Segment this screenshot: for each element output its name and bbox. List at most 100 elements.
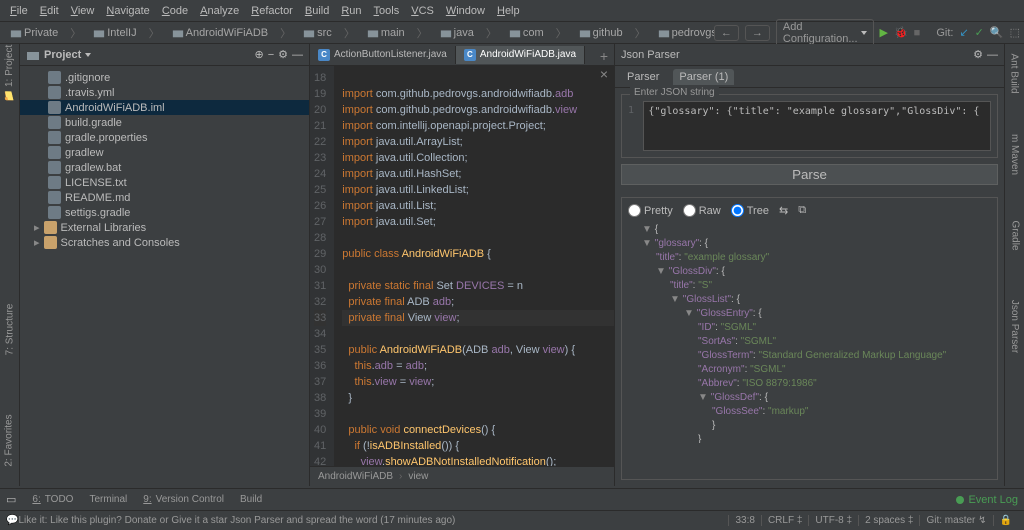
line-numbers: 1819202122232425262728293031323334353637…	[310, 66, 334, 466]
bottom-build[interactable]: Build	[240, 494, 262, 505]
notification-icon[interactable]: 💬	[6, 515, 18, 526]
json-parser-panel: Json Parser ⚙ — ParserParser (1) Enter J…	[614, 44, 1004, 486]
structure-tool-tab[interactable]: 7: Structure	[4, 304, 15, 356]
event-log-tab[interactable]: Event Log	[956, 494, 1018, 506]
code-editor[interactable]: import com.github.pedrovgs.androidwifiad…	[334, 66, 614, 466]
git-branch[interactable]: Git: master ↯	[919, 515, 992, 526]
file-gradle-properties[interactable]: gradle.properties	[20, 130, 309, 145]
menu-window[interactable]: Window	[440, 5, 491, 17]
left-tool-strip: 📁 1: Project 7: Structure 2: Favorites	[0, 44, 20, 486]
menu-build[interactable]: Build	[299, 5, 335, 17]
menu-run[interactable]: Run	[335, 5, 367, 17]
file-gradlew[interactable]: gradlew	[20, 145, 309, 160]
tree-scratches-and-consoles[interactable]: ▸ Scratches and Consoles	[20, 235, 309, 250]
viewmode-tree[interactable]: Tree	[731, 204, 769, 217]
project-view-dropdown[interactable]	[85, 53, 91, 57]
file-settigs-gradle[interactable]: settigs.gradle	[20, 205, 309, 220]
viewmode-raw[interactable]: Raw	[683, 204, 721, 217]
project-panel: Project ⊕ − ⚙ — .gitignore.travis.ymlAnd…	[20, 44, 310, 486]
json-tab-1[interactable]: Parser (1)	[673, 69, 734, 85]
maven-tool-tab[interactable]: m Maven	[1009, 134, 1020, 175]
forward-button[interactable]: →	[745, 25, 770, 41]
bottom-version-control[interactable]: 9: Version Control	[143, 494, 224, 505]
editor-add-icon[interactable]: +	[596, 48, 612, 64]
bottom-todo[interactable]: 6: TODO	[32, 494, 73, 505]
gear-icon[interactable]: ⚙	[278, 48, 288, 61]
status-message: Like it: Like this plugin? Donate or Giv…	[18, 515, 728, 526]
breadcrumb-item[interactable]: src	[297, 27, 338, 39]
menu-view[interactable]: View	[65, 5, 101, 17]
breadcrumb-item[interactable]: github	[573, 27, 629, 39]
editor-breadcrumbs: AndroidWiFiADB › view	[310, 466, 614, 486]
file-build-gradle[interactable]: build.gradle	[20, 115, 309, 130]
debug-icon[interactable]: 🐞	[894, 26, 908, 39]
bottom-terminal[interactable]: Terminal	[89, 494, 127, 505]
line-ending[interactable]: CRLF ‡	[761, 515, 808, 526]
tab-AndroidWiFiADB-java[interactable]: CAndroidWiFiADB.java	[456, 46, 585, 64]
menu-file[interactable]: File	[4, 5, 34, 17]
run-config-dropdown[interactable]: Add Configuration...	[776, 19, 874, 47]
menu-tools[interactable]: Tools	[368, 5, 406, 17]
select-target-icon[interactable]: ⊕	[254, 48, 263, 61]
back-button[interactable]: ←	[714, 25, 739, 41]
breadcrumb-item[interactable]: com	[503, 27, 550, 39]
file--gitignore[interactable]: .gitignore	[20, 70, 309, 85]
breadcrumb-item[interactable]: pedrovgs	[652, 27, 714, 39]
git-label: Git:	[936, 27, 953, 39]
file-tree[interactable]: .gitignore.travis.ymlAndroidWiFiADB.imlb…	[20, 66, 309, 486]
file-LICENSE-txt[interactable]: LICENSE.txt	[20, 175, 309, 190]
file-README-md[interactable]: README.md	[20, 190, 309, 205]
menu-navigate[interactable]: Navigate	[100, 5, 155, 17]
cursor-position[interactable]: 33:8	[728, 515, 760, 526]
git-update-icon[interactable]: ↙	[959, 26, 968, 39]
breadcrumb-item[interactable]: Private	[4, 27, 64, 39]
breadcrumb-item[interactable]: IntelIJ	[87, 27, 142, 39]
hide-icon[interactable]: —	[987, 49, 998, 61]
breadcrumb-item[interactable]: AndroidWiFiADB	[166, 27, 275, 39]
file-gradlew-bat[interactable]: gradlew.bat	[20, 160, 309, 175]
bottom-tool-bar: ▭ 6: TODO Terminal 9: Version Control Build…	[0, 488, 1024, 510]
copy-icon[interactable]: ⧉	[798, 204, 806, 217]
tree-external-libraries[interactable]: ▸ External Libraries	[20, 220, 309, 235]
search-icon[interactable]: 🔍	[990, 26, 1004, 39]
crumb-class[interactable]: AndroidWiFiADB	[318, 471, 393, 482]
expand-icon[interactable]: ⇆	[779, 204, 788, 217]
tab-ActionButtonListener-java[interactable]: CActionButtonListener.java	[310, 46, 456, 64]
viewmode-pretty[interactable]: Pretty	[628, 204, 673, 217]
run-icon[interactable]: ▶	[880, 26, 888, 39]
menu-edit[interactable]: Edit	[34, 5, 65, 17]
file-AndroidWiFiADB-iml[interactable]: AndroidWiFiADB.iml	[20, 100, 309, 115]
menu-help[interactable]: Help	[491, 5, 526, 17]
json-tab-0[interactable]: Parser	[621, 69, 665, 85]
hide-icon[interactable]: —	[292, 49, 303, 61]
breadcrumb-item[interactable]: main	[361, 27, 411, 39]
gear-icon[interactable]: ⚙	[973, 48, 983, 61]
panel-title: Project	[44, 49, 81, 61]
settings-icon[interactable]: ⬚	[1010, 26, 1020, 39]
git-commit-icon[interactable]: ✓	[975, 26, 984, 39]
json-input[interactable]	[643, 101, 991, 151]
ant-tool-tab[interactable]: Ant Build	[1009, 53, 1020, 93]
project-tool-tab[interactable]: 📁 1: Project	[4, 45, 15, 102]
editor-close-icon[interactable]: ×	[596, 66, 612, 82]
file--travis-yml[interactable]: .travis.yml	[20, 85, 309, 100]
encoding[interactable]: UTF-8 ‡	[808, 515, 858, 526]
lock-icon[interactable]: 🔒	[993, 515, 1018, 526]
collapse-icon[interactable]: −	[268, 49, 274, 61]
editor-tabs: CActionButtonListener.javaCAndroidWiFiAD…	[310, 44, 614, 66]
menu-vcs[interactable]: VCS	[405, 5, 440, 17]
menu-analyze[interactable]: Analyze	[194, 5, 245, 17]
menu-refactor[interactable]: Refactor	[245, 5, 299, 17]
json-tree-view[interactable]: ▼ {▼ "glossary": {"title": "example glos…	[628, 223, 991, 443]
gradle-tool-tab[interactable]: Gradle	[1009, 220, 1020, 250]
toolstrip-icon[interactable]: ▭	[6, 493, 16, 506]
editor-area: CActionButtonListener.javaCAndroidWiFiAD…	[310, 44, 614, 486]
parse-button[interactable]: Parse	[621, 164, 998, 185]
jsonparser-tool-tab[interactable]: Json Parser	[1009, 300, 1020, 353]
favorites-tool-tab[interactable]: 2: Favorites	[4, 414, 15, 466]
right-tool-strip: Ant Build m Maven Gradle Json Parser	[1004, 44, 1024, 486]
indent[interactable]: 2 spaces ‡	[858, 515, 919, 526]
menu-code[interactable]: Code	[156, 5, 194, 17]
breadcrumb-item[interactable]: java	[434, 27, 480, 39]
crumb-member[interactable]: view	[408, 471, 428, 482]
